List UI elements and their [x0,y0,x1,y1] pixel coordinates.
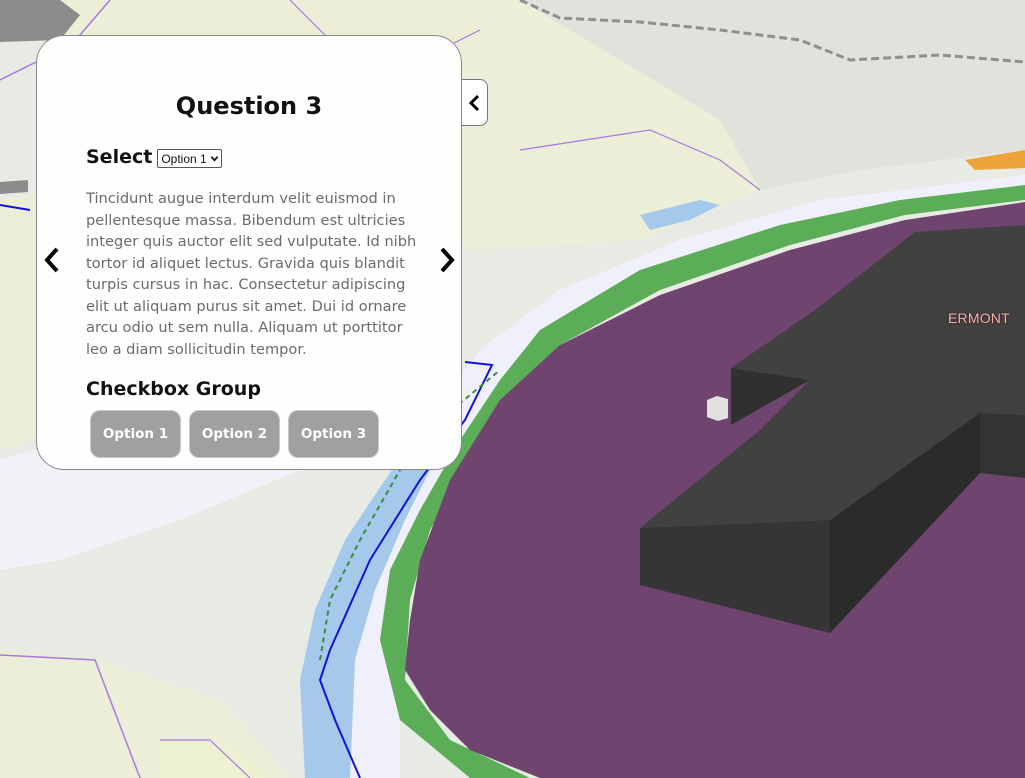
building-block [0,180,28,194]
chevron-down-icon [210,156,219,162]
next-question-button[interactable] [436,245,458,275]
checkbox-group: Option 1 Option 2 Option 3 [90,410,379,458]
checkbox-option-1[interactable]: Option 1 [90,410,181,458]
previous-question-button[interactable] [41,245,63,275]
question-title: Question 3 [175,92,323,120]
place-label: ERMONT [948,310,1010,326]
small-building [707,396,728,421]
chevron-right-icon [440,247,455,273]
select-value: Option 1 [161,151,207,166]
chevron-left-icon [44,247,59,273]
select-label: Select [86,146,153,168]
building-side [980,413,1025,478]
checkbox-group-label: Checkbox Group [86,378,261,400]
question-panel: Question 3 Select Option 1 Tincidunt aug… [36,35,462,470]
question-body: Tincidunt augue interdum velit euismod i… [86,190,417,358]
collapse-panel-button[interactable] [462,79,488,126]
checkbox-option-3[interactable]: Option 3 [288,410,379,458]
map-view[interactable]: ERMONT Question 3 Select Option 1 Tincid… [0,0,1025,778]
chevron-left-icon [468,94,479,111]
select-row: Select Option 1 [86,146,222,168]
option-select[interactable]: Option 1 [157,149,222,168]
checkbox-option-2[interactable]: Option 2 [189,410,280,458]
